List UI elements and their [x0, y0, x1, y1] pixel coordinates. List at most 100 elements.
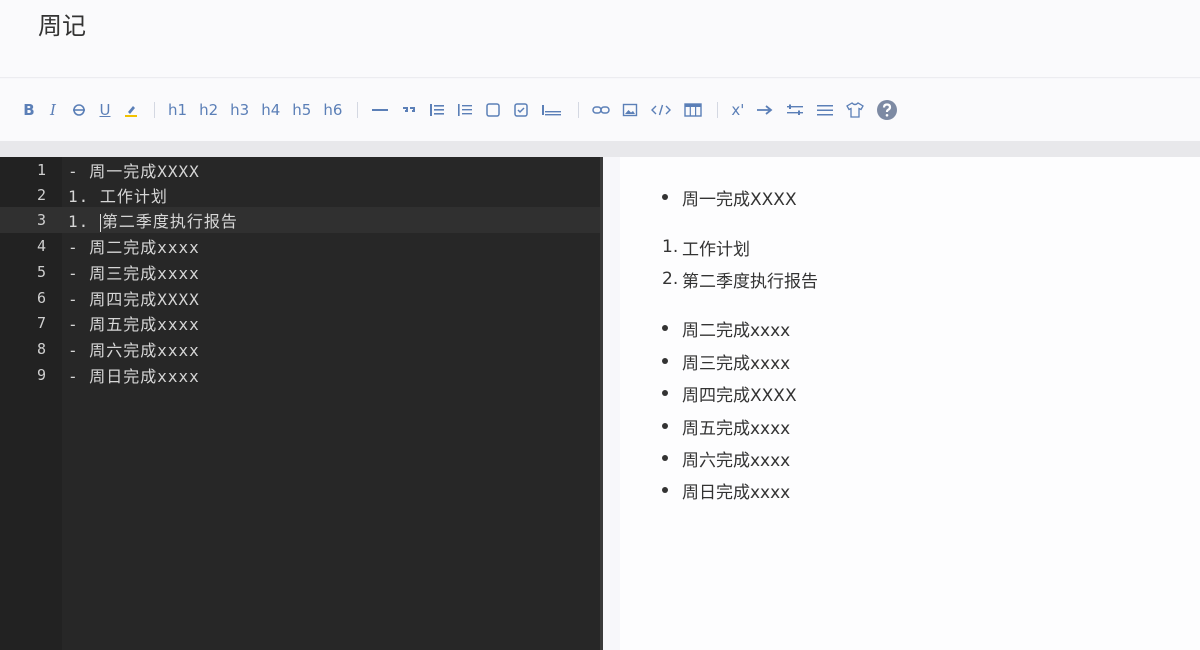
toolbar-separator: [357, 102, 359, 118]
editor-line[interactable]: 5 - 周三完成xxxx: [0, 259, 600, 285]
line-text[interactable]: - 周五完成xxxx: [68, 311, 200, 335]
list-item-text: 周一完成XXXX: [682, 189, 797, 210]
bullet-icon: [662, 358, 668, 364]
panel-divider: [0, 141, 1200, 157]
line-number: 6: [36, 289, 46, 307]
editor-line[interactable]: 1 - 周一完成XXXX: [0, 157, 600, 183]
list-item-text: 周日完成xxxx: [682, 482, 791, 503]
code-block-icon: [542, 105, 562, 116]
unordered-list-icon: [430, 104, 445, 116]
image-icon: [623, 103, 638, 117]
line-text[interactable]: 1. 第二季度执行报告: [68, 208, 238, 232]
editor-line[interactable]: 7 - 周五完成xxxx: [0, 310, 600, 336]
list-item: 周六完成xxxx: [662, 446, 791, 471]
line-text[interactable]: - 周三完成xxxx: [68, 260, 200, 284]
horizontal-rule-icon: [372, 109, 389, 111]
line-number: 8: [36, 340, 46, 358]
image-button[interactable]: [617, 95, 643, 125]
line-number: 4: [36, 237, 46, 255]
ordered-list-icon: [458, 104, 473, 116]
superscript-button[interactable]: x': [726, 95, 749, 125]
line-text[interactable]: - 周日完成xxxx: [68, 363, 200, 387]
editor-line[interactable]: 2 1. 工作计划: [0, 182, 600, 208]
list-item-text: 周二完成xxxx: [682, 320, 791, 341]
list-item-text: 周三完成xxxx: [682, 353, 791, 374]
italic-button[interactable]: I: [42, 95, 64, 125]
bold-label: B: [23, 101, 35, 119]
list-item: 周四完成XXXX: [662, 381, 797, 406]
arrow-right-button[interactable]: [751, 95, 779, 125]
h5-button[interactable]: h5: [287, 95, 316, 125]
list-number: 2.: [662, 269, 679, 289]
bullet-icon: [662, 194, 668, 200]
line-text[interactable]: - 周四完成XXXX: [68, 286, 200, 310]
unordered-list-button[interactable]: [424, 95, 450, 125]
list-item-text: 周五完成xxxx: [682, 418, 791, 439]
list-item: 周一完成XXXX: [662, 185, 797, 210]
code-block-button[interactable]: [536, 95, 568, 125]
strikethrough-icon: [73, 104, 85, 116]
list-item: 周日完成xxxx: [662, 478, 791, 503]
toolbar-separator: [717, 102, 719, 118]
checkbox-button[interactable]: [480, 95, 506, 125]
toolbar-separator: [578, 102, 580, 118]
h2-button[interactable]: h2: [194, 95, 223, 125]
underline-button[interactable]: U: [94, 95, 116, 125]
line-number: 9: [36, 366, 46, 384]
quote-icon: [403, 107, 416, 112]
bold-button[interactable]: B: [18, 95, 40, 125]
editor-toolbar: B I U h1 h2 h3 h4 h5 h6 x': [0, 79, 1200, 141]
quote-button[interactable]: [396, 95, 422, 125]
markdown-editor[interactable]: 1 - 周一完成XXXX 2 1. 工作计划 3 1. 第二季度执行报告 4 -…: [0, 157, 603, 650]
markdown-preview: 周一完成XXXX 1. 工作计划 2. 第二季度执行报告 周二完成xxxx 周三…: [620, 157, 1200, 650]
document-title[interactable]: 周记: [38, 6, 86, 41]
line-text[interactable]: - 周二完成xxxx: [68, 234, 200, 258]
list-item-text: 第二季度执行报告: [682, 271, 818, 292]
line-number: 5: [36, 263, 46, 281]
text-cursor: [99, 213, 101, 232]
h6-button[interactable]: h6: [318, 95, 347, 125]
toolbar-separator: [154, 102, 155, 118]
editor-line[interactable]: 8 - 周六完成xxxx: [0, 336, 600, 362]
strikethrough-button[interactable]: [66, 95, 92, 125]
line-text[interactable]: 1. 工作计划: [68, 183, 168, 207]
underline-label: U: [99, 101, 111, 119]
bullet-icon: [662, 325, 668, 331]
list-item: 周五完成xxxx: [662, 414, 791, 439]
align-button[interactable]: [781, 95, 809, 125]
help-icon: [877, 100, 898, 120]
list-item-text: 周六完成xxxx: [682, 450, 791, 471]
checkbox-checked-icon: [514, 103, 529, 117]
list-number: 1.: [662, 237, 679, 257]
line-number: 1: [36, 161, 46, 179]
line-number: 7: [36, 314, 46, 332]
ordered-list-item: 2. 第二季度执行报告: [662, 267, 818, 292]
table-icon: [684, 103, 703, 117]
ordered-list-item: 1. 工作计划: [662, 235, 750, 260]
bullet-icon: [662, 423, 668, 429]
help-button[interactable]: [871, 95, 903, 125]
checkbox-empty-icon: [486, 103, 501, 117]
editor-line-active[interactable]: 3 1. 第二季度执行报告: [0, 207, 600, 233]
h1-button[interactable]: h1: [163, 95, 192, 125]
checked-checkbox-button[interactable]: [508, 95, 534, 125]
line-text[interactable]: - 周一完成XXXX: [68, 158, 200, 182]
h3-button[interactable]: h3: [225, 95, 254, 125]
ordered-list-button[interactable]: [452, 95, 478, 125]
line-number: 2: [36, 186, 46, 204]
editor-line[interactable]: 4 - 周二完成xxxx: [0, 233, 600, 259]
h4-button[interactable]: h4: [256, 95, 285, 125]
highlight-button[interactable]: [118, 95, 144, 125]
bullet-icon: [662, 455, 668, 461]
editor-line[interactable]: 6 - 周四完成XXXX: [0, 285, 600, 311]
link-button[interactable]: [587, 95, 615, 125]
horizontal-rule-button[interactable]: [366, 95, 394, 125]
line-number: 3: [36, 211, 46, 229]
editor-line[interactable]: 9 - 周日完成xxxx: [0, 362, 600, 388]
code-button[interactable]: [645, 95, 677, 125]
title-bar: 周记: [0, 0, 1200, 78]
line-text[interactable]: - 周六完成xxxx: [68, 337, 200, 361]
theme-button[interactable]: [841, 95, 869, 125]
table-button[interactable]: [679, 95, 707, 125]
menu-button[interactable]: [811, 95, 839, 125]
